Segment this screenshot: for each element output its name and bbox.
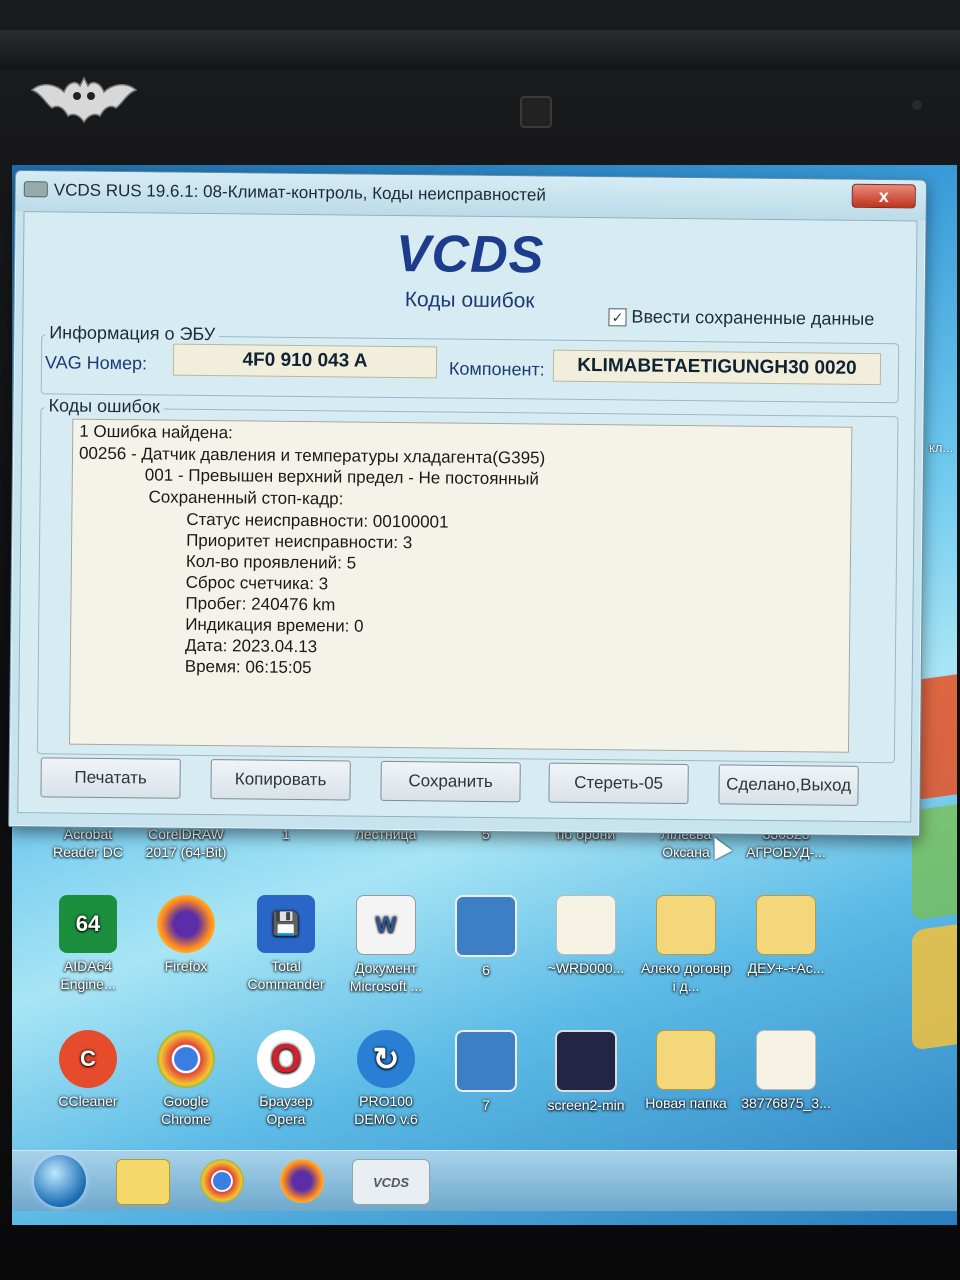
code-line: Время: 06:15:05 [184,656,312,678]
desktop-icon-label: CCleaner [58,1093,118,1109]
desktop-icon-label: Firefox [164,958,208,974]
desktop-icon[interactable]: 6 [440,895,532,979]
fault-codes-legend: Коды ошибок [44,395,164,418]
screenshot-file-icon [555,1030,617,1092]
save-button[interactable]: Сохранить [380,760,521,803]
app-title: VCDS [395,224,545,285]
desktop-icon[interactable]: 64 AIDA64 Engine... [42,895,134,993]
desktop-icon-label: AIDA64 Engine... [60,958,116,992]
code-line: Кол-во проявлений: 5 [185,551,357,573]
desktop-edge-label: кл... [929,440,954,455]
vcds-window: VCDS RUS 19.6.1: 08-Климат-контроль, Код… [8,170,927,860]
ccleaner-icon: C [59,1030,117,1088]
component-field[interactable]: KLIMABETAETIGUNGH30 0020 [552,349,882,386]
bat-sticker-icon [30,76,138,124]
desktop-icon-label: screen2-min [547,1097,625,1113]
code-line: Статус неисправности: 00100001 [186,509,449,532]
windows-start-icon[interactable] [34,1155,86,1207]
blank-file-icon [556,895,616,955]
desktop-icon[interactable]: Google Chrome [140,1030,232,1128]
fault-codes-textbox[interactable]: 1 Ошибка найдена: 00256 - Датчик давлени… [68,418,853,860]
copy-button[interactable]: Копировать [210,759,351,801]
close-button[interactable]: x [851,183,916,209]
desktop-icon[interactable]: 38776875_3... [740,1030,832,1112]
desktop-icon[interactable]: Новая папка [640,1030,732,1112]
done-exit-button[interactable]: Сделано,Выход [718,764,859,806]
desktop-icon-label: CorelDRAW 2017 (64-Bit) [145,826,227,860]
vag-number-field[interactable]: 4F0 910 043 A [172,343,438,379]
taskbar-vcds-label: VCDS [372,1174,410,1190]
desktop-icon-label: Браузер Opera [259,1093,313,1127]
camera-light [912,100,922,110]
window-title: VCDS RUS 19.6.1: 08-Климат-контроль, Код… [53,180,546,205]
desktop-icon-label: Алеко договір і д... [640,960,732,994]
folder-icon [756,895,816,955]
desktop-icon-label: 38776875_3... [741,1095,831,1111]
desktop-icon[interactable]: Firefox [140,895,232,975]
desktop-icon-label: ДЕУ+-+Ас... [747,960,825,976]
desktop-icon-label: PRO100 DEMO v.6 [354,1093,418,1127]
desktop-icon[interactable]: Алеко договір і д... [640,895,732,995]
desktop-icon[interactable]: screen2-min [540,1030,632,1114]
ecu-info-legend: Информация о ЭБУ [45,322,220,346]
code-line: 001 - Превышен верхний предел - Не посто… [144,465,540,489]
opera-icon: O [257,1030,315,1088]
desktop-icon[interactable]: ↻ PRO100 DEMO v.6 [340,1030,432,1128]
desktop-icon[interactable]: ДЕУ+-+Ас... [740,895,832,977]
desktop-icon[interactable]: W Документ Microsoft ... [340,895,432,995]
code-line: Приоритет неисправности: 3 [186,530,413,553]
chrome-icon [157,1030,215,1088]
laptop-lid-edge [0,30,960,70]
folder-icon [656,895,716,955]
wallpaper-windows-flag-yellow [912,919,957,1051]
firefox-icon[interactable] [280,1159,324,1203]
desktop-icon[interactable]: O Браузер Opera [240,1030,332,1128]
desktop-icon[interactable]: Acrobat Reader DC [42,825,134,861]
vcds-icon[interactable]: VCDS [352,1159,430,1205]
aida64-icon: 64 [59,895,117,953]
window-client-area: VCDS Коды ошибок ✓ Ввести сохраненные да… [17,211,918,860]
desktop-icon-label: Новая папка [645,1095,727,1111]
code-line: Сохраненный стоп-кадр: [148,487,344,509]
desktop-icon-label: 7 [482,1097,490,1113]
blank-file-icon [756,1030,816,1090]
firefox-icon [157,895,215,953]
code-line: Пробег: 240476 km [185,593,336,615]
desktop-icon-label: Acrobat Reader DC [52,826,124,860]
clear-codes-button[interactable]: Стереть-05 [548,762,689,805]
desktop-icon-label: Google Chrome [161,1093,211,1127]
taskbar: VCDS [12,1150,957,1211]
folder-icon [656,1030,716,1090]
code-line: Индикация времени: 0 [185,614,364,636]
desktop-icon-label: 6 [482,962,490,978]
chrome-icon[interactable] [200,1159,244,1203]
floppy-icon: 💾 [257,895,315,953]
print-button[interactable]: Печатать [40,757,181,799]
code-line: 1 Ошибка найдена: [79,421,233,443]
desktop-icon[interactable]: CorelDRAW 2017 (64-Bit) [140,825,232,861]
desktop-icon[interactable]: ~WRD000... [540,895,632,977]
image-file-icon [455,1030,517,1092]
desktop-icon[interactable]: 7 [440,1030,532,1114]
word-doc-icon: W [356,895,416,955]
component-label: Компонент: [448,358,545,380]
desktop-icon-label: Total Commander [247,958,325,992]
stored-data-checkbox[interactable]: ✓ [608,308,627,327]
desktop-icon-label: ~WRD000... [547,960,625,976]
code-line: Сброс счетчика: 3 [185,572,329,594]
code-line: Дата: 2023.04.13 [184,635,318,657]
vag-number-label: VAG Номер: [44,352,148,374]
desktop-icon[interactable]: 💾 Total Commander [240,895,332,993]
desktop-icon[interactable]: C CCleaner [42,1030,134,1110]
image-file-icon [455,895,517,957]
desktop-icon-label: Документ Microsoft ... [349,960,423,994]
app-icon [23,181,48,198]
stored-data-label[interactable]: Ввести сохраненные данные [631,306,874,330]
webcam [520,96,552,128]
explorer-icon[interactable] [116,1159,170,1205]
pro100-icon: ↻ [357,1030,415,1088]
